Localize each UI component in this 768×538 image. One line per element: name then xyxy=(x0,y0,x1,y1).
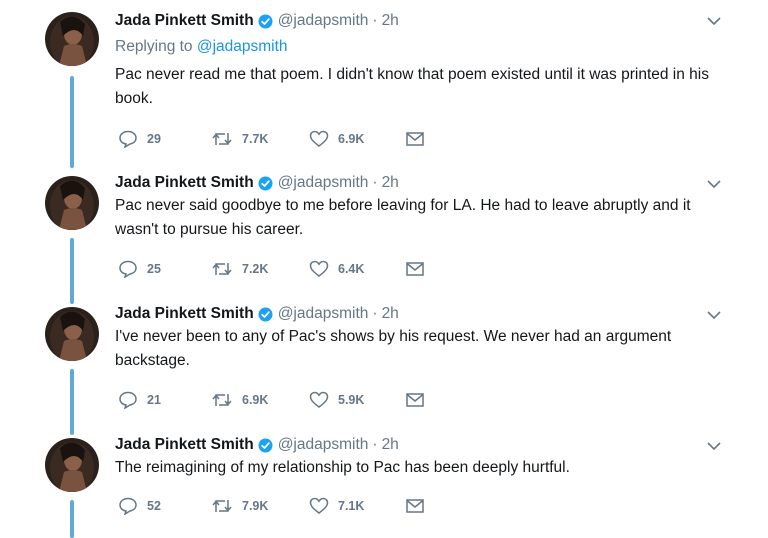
retweet-arrows-icon xyxy=(212,263,232,275)
author-handle[interactable]: @jadapsmith xyxy=(278,304,369,324)
tweet-text: I've never been to any of Pac's shows by… xyxy=(115,328,672,369)
tweet-header: Jada Pinkett Smith @jadapsmith · 2h xyxy=(115,173,399,193)
heart-icon xyxy=(309,130,329,147)
reply-mention-link[interactable]: @jadapsmith xyxy=(197,38,288,55)
author-name[interactable]: Jada Pinkett Smith xyxy=(115,11,254,31)
retweet-arrows-icon xyxy=(212,500,232,512)
like-button[interactable]: 5.9K xyxy=(309,390,364,410)
timestamp[interactable]: 2h xyxy=(382,435,399,455)
reply-context-label: Replying to xyxy=(115,38,197,55)
retweet-button[interactable]: 7.9K xyxy=(211,496,268,516)
avatar[interactable] xyxy=(45,307,99,361)
reply-button[interactable]: 25 xyxy=(118,259,161,279)
reply-context: Replying to @jadapsmith xyxy=(115,38,288,56)
retweet-count: 7.7K xyxy=(242,132,269,146)
timestamp[interactable]: 2h xyxy=(382,173,399,193)
direct-message-button[interactable] xyxy=(405,259,425,279)
like-button[interactable]: 6.9K xyxy=(309,129,364,149)
avatar[interactable] xyxy=(45,12,99,66)
direct-message-button[interactable] xyxy=(405,496,425,516)
timestamp[interactable]: 2h xyxy=(382,304,399,324)
reply-count: 25 xyxy=(147,262,161,276)
thread-connector-line xyxy=(70,76,74,168)
retweet-button[interactable]: 7.7K xyxy=(211,129,268,149)
like-count: 6.4K xyxy=(338,262,365,276)
verified-badge-icon xyxy=(258,307,273,322)
reply-count: 21 xyxy=(147,393,161,407)
reply-button[interactable]: 29 xyxy=(118,129,161,149)
retweet-count: 6.9K xyxy=(242,393,269,407)
direct-message-button[interactable] xyxy=(405,129,425,149)
reply-count: 29 xyxy=(147,132,161,146)
heart-icon xyxy=(309,497,329,514)
separator-dot: · xyxy=(372,305,378,322)
reply-button[interactable]: 52 xyxy=(118,496,161,516)
author-handle[interactable]: @jadapsmith xyxy=(278,11,369,31)
avatar[interactable] xyxy=(45,438,99,492)
retweet-arrows-icon xyxy=(212,394,232,406)
retweet-button[interactable]: 7.2K xyxy=(211,259,268,279)
retweet-count: 7.9K xyxy=(242,499,269,513)
speech-bubble-icon xyxy=(119,130,137,148)
direct-message-button[interactable] xyxy=(405,390,425,410)
envelope-icon xyxy=(406,499,424,513)
heart-icon xyxy=(309,260,329,277)
speech-bubble-icon xyxy=(119,497,137,515)
thread-connector-line xyxy=(70,500,74,538)
author-handle[interactable]: @jadapsmith xyxy=(278,435,369,455)
tweet-text: Pac never read me that poem. I didn't kn… xyxy=(115,66,709,107)
chevron-down-icon[interactable] xyxy=(706,307,722,323)
reply-button[interactable]: 21 xyxy=(118,390,161,410)
heart-icon xyxy=(309,391,329,408)
avatar[interactable] xyxy=(45,176,99,230)
like-count: 7.1K xyxy=(338,499,365,513)
tweet[interactable]: Jada Pinkett Smith @jadapsmith · 2h I've… xyxy=(0,303,768,435)
tweet[interactable]: Jada Pinkett Smith @jadapsmith · 2h The … xyxy=(0,434,768,538)
retweet-count: 7.2K xyxy=(242,262,269,276)
chevron-down-icon[interactable] xyxy=(706,13,722,29)
envelope-icon xyxy=(406,393,424,407)
like-count: 6.9K xyxy=(338,132,365,146)
author-name[interactable]: Jada Pinkett Smith xyxy=(115,435,254,455)
envelope-icon xyxy=(406,132,424,146)
verified-badge-icon xyxy=(258,14,273,29)
envelope-icon xyxy=(406,262,424,276)
like-button[interactable]: 7.1K xyxy=(309,496,364,516)
tweet-header: Jada Pinkett Smith @jadapsmith · 2h xyxy=(115,435,399,455)
thread-connector-line xyxy=(70,369,74,435)
tweet[interactable]: Jada Pinkett Smith @jadapsmith · 2h Pac … xyxy=(0,172,768,304)
tweet-header: Jada Pinkett Smith @jadapsmith · 2h xyxy=(115,304,399,324)
retweet-button[interactable]: 6.9K xyxy=(211,390,268,410)
tweet-text: The reimagining of my relationship to Pa… xyxy=(115,459,570,476)
author-handle[interactable]: @jadapsmith xyxy=(278,173,369,193)
speech-bubble-icon xyxy=(119,260,137,278)
retweet-arrows-icon xyxy=(212,133,232,145)
verified-badge-icon xyxy=(258,176,273,191)
chevron-down-icon[interactable] xyxy=(706,438,722,454)
tweet-text: Pac never said goodbye to me before leav… xyxy=(115,197,691,238)
speech-bubble-icon xyxy=(119,391,137,409)
tweet-thread: Jada Pinkett Smith @jadapsmith · 2h Repl… xyxy=(0,0,768,538)
timestamp[interactable]: 2h xyxy=(382,11,399,31)
author-name[interactable]: Jada Pinkett Smith xyxy=(115,173,254,193)
verified-badge-icon xyxy=(258,438,273,453)
like-button[interactable]: 6.4K xyxy=(309,259,364,279)
separator-dot: · xyxy=(372,174,378,191)
thread-connector-line xyxy=(70,238,74,304)
tweet-header: Jada Pinkett Smith @jadapsmith · 2h xyxy=(115,11,399,31)
reply-count: 52 xyxy=(147,499,161,513)
tweet[interactable]: Jada Pinkett Smith @jadapsmith · 2h Repl… xyxy=(0,8,768,180)
chevron-down-icon[interactable] xyxy=(706,176,722,192)
like-count: 5.9K xyxy=(338,393,365,407)
separator-dot: · xyxy=(372,12,378,29)
author-name[interactable]: Jada Pinkett Smith xyxy=(115,304,254,324)
separator-dot: · xyxy=(372,436,378,453)
